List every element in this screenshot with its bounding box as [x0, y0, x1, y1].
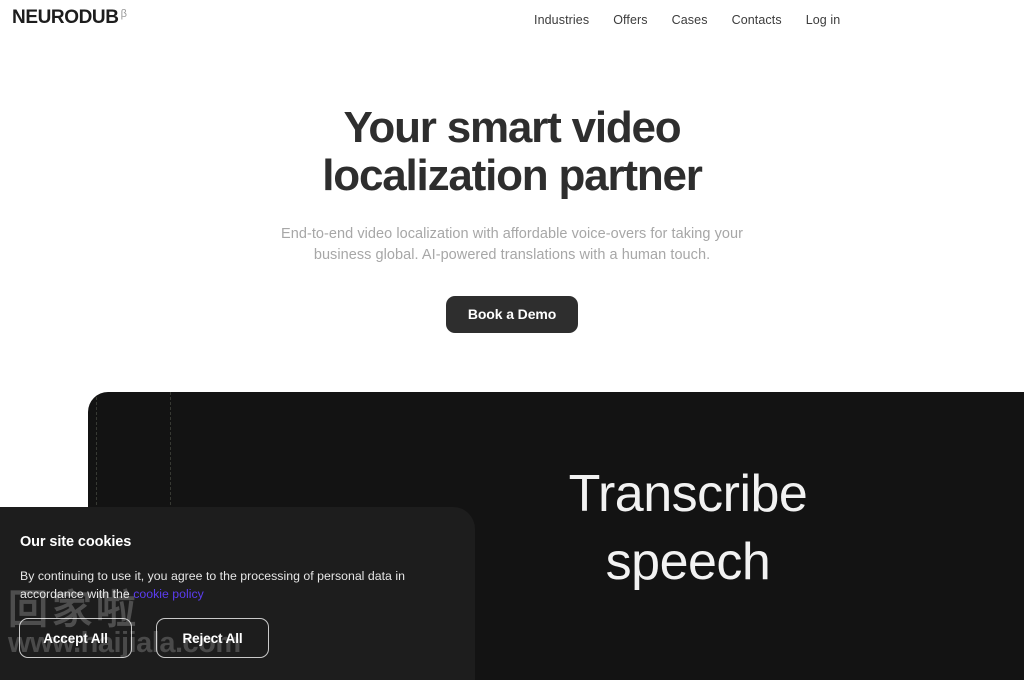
book-demo-button[interactable]: Book a Demo	[445, 296, 579, 333]
cookie-consent-banner: Our site cookies By continuing to use it…	[0, 507, 475, 680]
nav-item-cases[interactable]: Cases	[672, 13, 708, 27]
hero-subtitle-line-2: business global. AI-powered translations…	[313, 247, 711, 263]
nav-item-login[interactable]: Log in	[806, 13, 841, 27]
hero-cta-container: Book a Demo	[0, 296, 1024, 333]
hero-subtitle-line-1: End-to-end video localization with affor…	[281, 226, 743, 242]
nav-item-offers[interactable]: Offers	[613, 13, 647, 27]
cookie-banner-title: Our site cookies	[20, 534, 132, 550]
showcase-caption-line-2: speech	[605, 533, 771, 591]
beta-badge: β	[120, 8, 127, 20]
cookie-banner-actions: Accept All Reject All	[19, 618, 269, 658]
cookie-banner-text: By continuing to use it, you agree to th…	[20, 567, 450, 603]
showcase-caption: Transcribe speech	[408, 460, 968, 596]
hero-title-line-2: localization partner	[322, 151, 703, 200]
nav-item-contacts[interactable]: Contacts	[732, 13, 782, 27]
hero-section: Your smart video localization partner En…	[0, 0, 1024, 392]
nav-item-industries[interactable]: Industries	[534, 13, 589, 27]
hero-subtitle: End-to-end video localization with affor…	[0, 224, 1024, 266]
site-header: NEURODUB β Industries Offers Cases Conta…	[0, 0, 1024, 42]
brand-logo[interactable]: NEURODUB β	[12, 8, 127, 27]
accept-all-button[interactable]: Accept All	[19, 618, 132, 658]
cookie-policy-link[interactable]: cookie policy	[133, 587, 204, 601]
cookie-banner-text-body: By continuing to use it, you agree to th…	[20, 569, 405, 601]
hero-title-line-1: Your smart video	[343, 103, 682, 152]
brand-name: NEURODUB	[12, 7, 119, 28]
showcase-caption-line-1: Transcribe	[568, 465, 808, 523]
main-navigation: Industries Offers Cases Contacts Log in	[534, 13, 840, 27]
page-title: Your smart video localization partner	[0, 104, 1024, 200]
reject-all-button[interactable]: Reject All	[156, 618, 269, 658]
